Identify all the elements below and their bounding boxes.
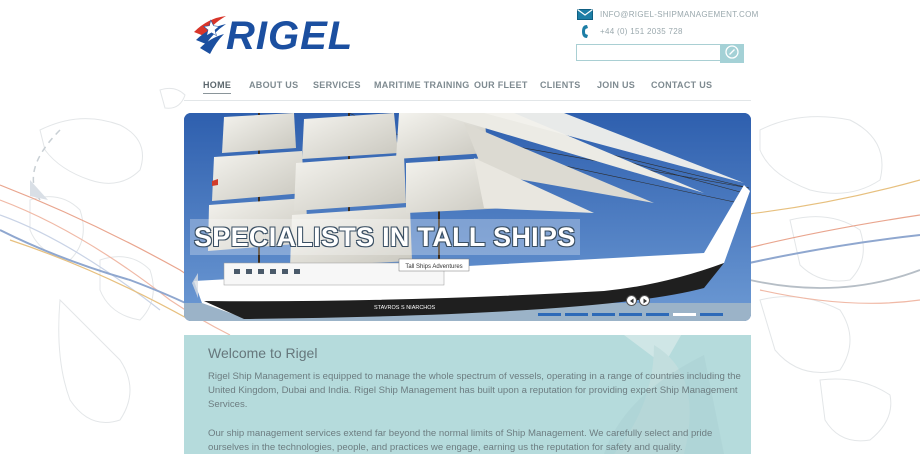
phone-icon <box>576 24 594 38</box>
hero-ship-image: Tall Ships Adventures STAVROS S NIARCHOS <box>184 113 751 321</box>
search-box <box>576 44 745 63</box>
slider-dot[interactable] <box>700 313 723 316</box>
welcome-paragraph-2: Our ship management services extend far … <box>208 428 713 453</box>
slider-dot[interactable] <box>646 313 669 316</box>
welcome-title: Welcome to Rigel <box>208 345 318 361</box>
slider-arrows <box>626 295 650 306</box>
phone-number: +44 (0) 151 2035 728 <box>600 26 683 36</box>
hero-caption: SPECIALISTS IN TALL SHIPS <box>190 219 580 255</box>
nav-join-us[interactable]: JOIN US <box>597 80 635 93</box>
search-button[interactable] <box>720 44 744 63</box>
slider-dot[interactable] <box>538 313 561 316</box>
hull-name-text: STAVROS S NIARCHOS <box>374 305 436 311</box>
slider-next-button[interactable] <box>639 295 650 306</box>
slider-dot[interactable] <box>592 313 615 316</box>
rigel-logo[interactable]: RIGEL <box>192 14 352 58</box>
welcome-paragraph-1: Rigel Ship Management is equipped to man… <box>208 371 741 410</box>
slider-prev-button[interactable] <box>626 295 637 306</box>
contact-email-row: INFO@RIGEL-SHIPMANAGEMENT.COM <box>576 6 759 22</box>
email-link[interactable]: INFO@RIGEL-SHIPMANAGEMENT.COM <box>600 10 759 19</box>
slider-dot[interactable] <box>565 313 588 316</box>
search-input[interactable] <box>576 44 720 61</box>
nav-about-us[interactable]: ABOUT US <box>249 80 298 93</box>
nav-contact-us[interactable]: CONTACT US <box>651 80 712 93</box>
arrow-left-icon <box>629 298 633 303</box>
nav-services[interactable]: SERVICES <box>313 80 361 93</box>
page: RIGEL INFO@RIGEL-SHIPMANAGEMENT.COM +44 … <box>0 0 920 454</box>
contact-phone-row: +44 (0) 151 2035 728 <box>576 23 683 39</box>
welcome-section: Welcome to Rigel Rigel Ship Management i… <box>184 335 751 454</box>
ship-banner-text: Tall Ships Adventures <box>405 264 462 270</box>
slider-dot[interactable] <box>619 313 642 316</box>
nav-clients[interactable]: CLIENTS <box>540 80 581 93</box>
envelope-icon <box>576 7 594 21</box>
nav-our-fleet[interactable]: OUR FLEET <box>474 80 528 93</box>
slider-pagination <box>538 313 723 316</box>
logo-wordmark: RIGEL <box>226 14 354 58</box>
search-icon <box>725 45 739 62</box>
arrow-right-icon <box>643 298 647 303</box>
hero-slider[interactable]: Tall Ships Adventures STAVROS S NIARCHOS… <box>184 113 751 321</box>
main-nav: HOME ABOUT US SERVICES MARITIME TRAINING… <box>184 74 751 101</box>
nav-home[interactable]: HOME <box>203 80 232 94</box>
slider-dot-active[interactable] <box>673 313 696 316</box>
nav-maritime-training[interactable]: MARITIME TRAINING <box>374 80 470 93</box>
